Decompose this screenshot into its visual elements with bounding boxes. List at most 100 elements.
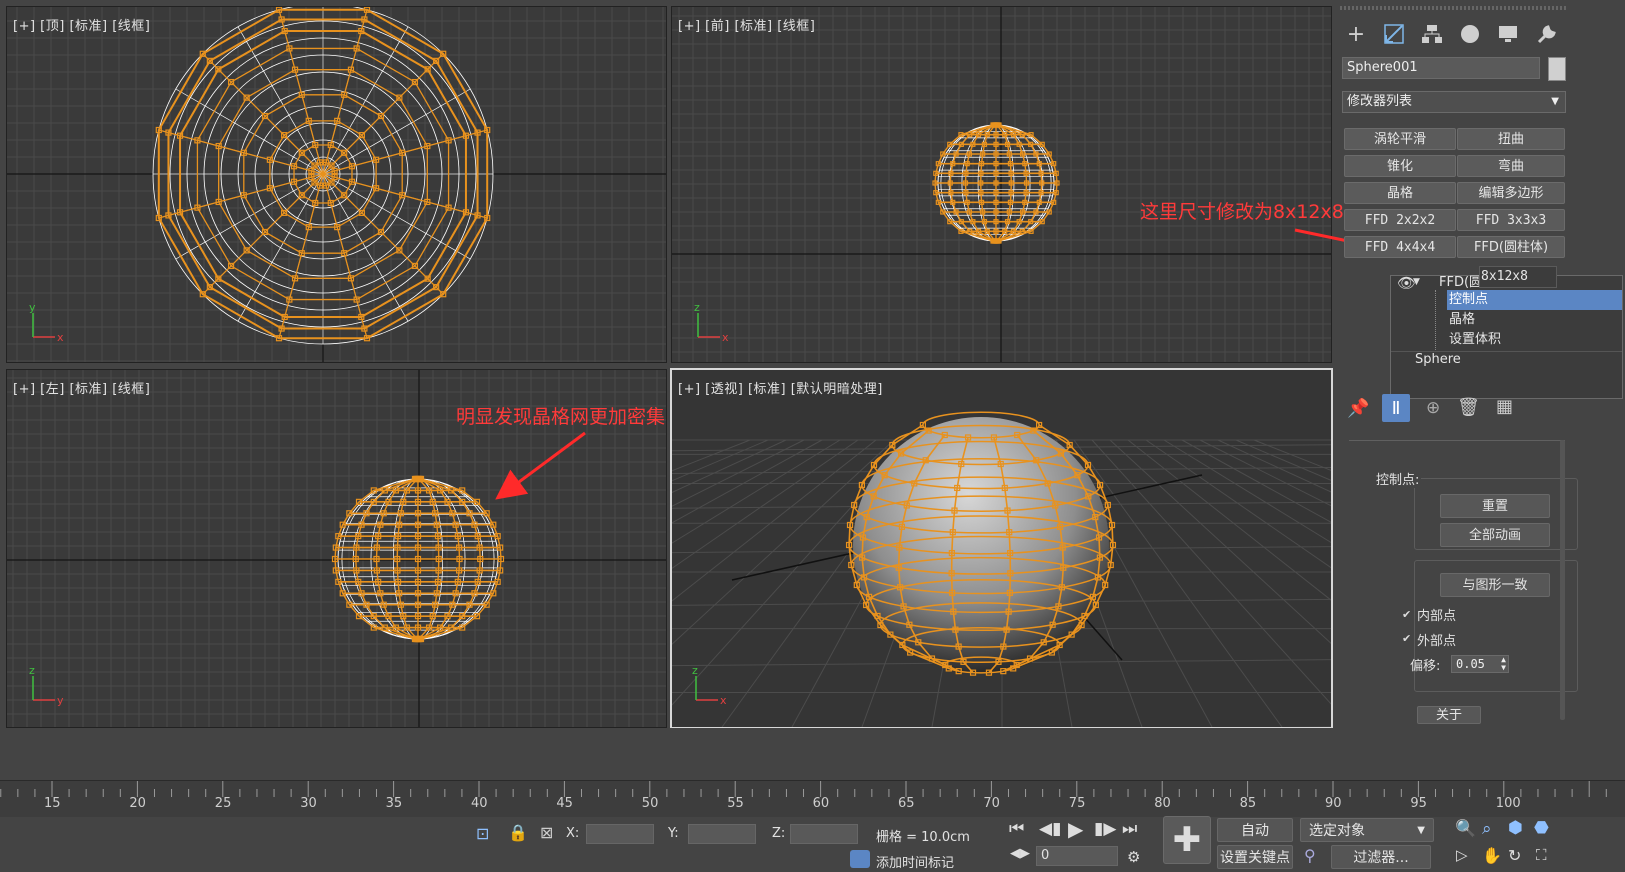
svg-text:x: x <box>57 331 64 344</box>
set-key-big-button[interactable]: ✚ <box>1163 816 1211 864</box>
auto-key-button[interactable]: 自动 <box>1217 818 1293 842</box>
viewport-perspective-label[interactable]: [+] [透视] [标准] [默认明暗处理] <box>678 378 883 397</box>
ffd-size-value[interactable]: 8x12x8 <box>1481 267 1528 287</box>
pan-icon[interactable]: ✋ <box>1482 846 1502 865</box>
animate-all-button[interactable]: 全部动画 <box>1440 523 1550 547</box>
viewport-top[interactable]: xy [+] [顶] [标准] [线框] <box>6 6 667 363</box>
previous-frame-icon[interactable]: ◀▮ <box>1039 819 1061 839</box>
inside-points-label: 内部点 <box>1417 609 1457 624</box>
modifier-button-turbosmooth[interactable]: 涡轮平滑 <box>1344 128 1456 150</box>
filters-button[interactable]: 过滤器... <box>1331 845 1431 869</box>
modifier-button-ffd-cylinder[interactable]: FFD(圆柱体) <box>1457 236 1565 258</box>
next-frame-icon[interactable]: ▮▶ <box>1094 819 1116 839</box>
key-mode-icon[interactable]: ◀▶ <box>1010 846 1030 861</box>
zoom-extents-all-icon[interactable]: ⬣ <box>1534 818 1549 838</box>
modifier-stack[interactable]: 👁 ▼ FFD(圆柱体) 8x12x8 控制点 晶格 设置体积 Sphere <box>1390 266 1623 399</box>
modifier-button-ffd-2x2x2[interactable]: FFD 2x2x2 <box>1344 209 1456 231</box>
outside-points-checkbox[interactable]: ✔ <box>1402 633 1413 644</box>
pin-stack-icon[interactable]: 📌 <box>1347 398 1369 419</box>
remove-modifier-icon[interactable]: 🗑 <box>1457 397 1480 418</box>
lock-icon[interactable]: 🔒 <box>508 823 528 842</box>
stack-item-lattice[interactable]: 晶格 <box>1449 310 1475 330</box>
field-of-view-icon[interactable]: ▷ <box>1456 846 1468 864</box>
viewport-front[interactable]: xz [+] [前] [标准] [线框] <box>671 6 1332 363</box>
svg-text:x: x <box>722 331 729 344</box>
stack-item-set-volume[interactable]: 设置体积 <box>1449 330 1501 350</box>
timeline-tick-label: 80 <box>1154 796 1171 811</box>
selection-icon[interactable]: ⊡ <box>476 824 489 843</box>
conform-to-shape-button[interactable]: 与图形一致 <box>1440 573 1550 597</box>
offset-value: 0.05 <box>1456 657 1485 671</box>
x-coordinate-field[interactable] <box>586 824 654 844</box>
modifier-list-dropdown[interactable]: 修改器列表 ▼ <box>1342 91 1566 113</box>
about-button[interactable]: 关于 <box>1417 706 1481 724</box>
modify-tab-icon[interactable] <box>1378 18 1410 50</box>
viewport-top-label[interactable]: [+] [顶] [标准] [线框] <box>13 15 150 34</box>
chevron-down-icon: ▼ <box>1417 825 1425 836</box>
modifier-button-lattice[interactable]: 晶格 <box>1344 182 1456 204</box>
annotation-dense-note: 明显发现晶格网更加密集 <box>456 406 666 428</box>
svg-text:z: z <box>692 664 698 677</box>
stack-item-sphere[interactable]: Sphere <box>1415 350 1461 370</box>
current-frame-spinner[interactable]: 0 <box>1036 846 1118 866</box>
inside-points-checkbox[interactable]: ✔ <box>1402 609 1413 620</box>
timeline-tick-label: 55 <box>727 796 744 811</box>
viewport-left-label[interactable]: [+] [左] [标准] [线框] <box>13 378 150 397</box>
set-key-button[interactable]: 设置关键点 <box>1217 845 1293 869</box>
annotation-size-note: 这里尺寸修改为8x12x8 <box>1140 201 1344 223</box>
reset-button[interactable]: 重置 <box>1440 494 1550 518</box>
make-unique-icon[interactable]: ⊕ <box>1426 398 1440 418</box>
add-time-tag-label[interactable]: 添加时间标记 <box>876 852 954 871</box>
x-label: X: <box>566 826 580 841</box>
panel-top-strip <box>1340 6 1568 10</box>
viewport-perspective[interactable]: xz [+] [透视] [标准] [默认明暗处理] <box>670 368 1333 729</box>
orbit-icon[interactable]: ↻ <box>1508 846 1521 865</box>
show-end-result-icon[interactable]: Ⅱ <box>1382 394 1410 422</box>
selected-object-label: 选定对象 <box>1309 823 1365 839</box>
z-coordinate-field[interactable] <box>790 824 858 844</box>
modifier-list-label: 修改器列表 <box>1347 94 1413 109</box>
modifier-button-bend[interactable]: 弯曲 <box>1457 155 1565 177</box>
timeline-tick-label: 95 <box>1410 796 1427 811</box>
modifier-button-edit-poly[interactable]: 编辑多边形 <box>1457 182 1565 204</box>
front-wireframe: xz <box>672 7 1331 362</box>
time-tag-icon[interactable] <box>850 850 870 868</box>
selected-object-dropdown[interactable]: 选定对象 ▼ <box>1300 818 1434 842</box>
spinner-arrows-icon: ▲ ▼ <box>1501 655 1506 672</box>
modifier-button-taper[interactable]: 锥化 <box>1344 155 1456 177</box>
viewport-front-label[interactable]: [+] [前] [标准] [线框] <box>678 15 815 34</box>
timeline-tick-label: 85 <box>1239 796 1257 811</box>
hierarchy-tab-icon[interactable] <box>1416 18 1448 50</box>
modifier-button-ffd-4x4x4[interactable]: FFD 4x4x4 <box>1344 236 1456 258</box>
offset-spinner[interactable]: 0.05 ▲ ▼ <box>1451 655 1509 673</box>
expand-triangle-icon[interactable]: ▼ <box>1413 277 1420 287</box>
configure-sets-icon[interactable]: ▦ <box>1496 396 1513 417</box>
motion-tab-icon[interactable] <box>1454 18 1486 50</box>
panel-scrollbar[interactable] <box>1560 440 1565 720</box>
key-filter-icon[interactable]: ⚲ <box>1304 846 1316 865</box>
stack-item-control-points[interactable]: 控制点 <box>1449 290 1488 310</box>
go-to-start-icon[interactable]: ⏮ <box>1009 819 1024 839</box>
modifier-button-ffd-3x3x3[interactable]: FFD 3x3x3 <box>1457 209 1565 231</box>
y-coordinate-field[interactable] <box>688 824 756 844</box>
rollout-separator <box>1349 440 1565 441</box>
timeline-tick-label: 45 <box>556 796 573 811</box>
absolute-mode-icon[interactable]: ⊠ <box>540 823 553 842</box>
object-name-input[interactable]: Sphere001 <box>1342 57 1540 79</box>
maximize-viewport-icon[interactable]: ⛶ <box>1536 846 1547 864</box>
time-config-icon[interactable]: ⚙ <box>1127 848 1140 866</box>
timeline-gap <box>0 728 1625 780</box>
go-to-end-icon[interactable]: ⏭ <box>1122 819 1137 839</box>
utilities-tab-icon[interactable] <box>1530 18 1562 50</box>
timeline-tick-label: 35 <box>385 796 403 811</box>
zoom-all-icon[interactable]: ⌕ <box>1482 819 1492 839</box>
object-color-swatch[interactable] <box>1548 57 1566 81</box>
create-tab-icon[interactable]: + <box>1340 18 1372 50</box>
timeline-tick-label: 15 <box>44 796 61 811</box>
play-icon[interactable]: ▶ <box>1068 817 1083 841</box>
zoom-extents-icon[interactable]: ⬢ <box>1508 818 1523 838</box>
modifier-button-twist[interactable]: 扭曲 <box>1457 128 1565 150</box>
zoom-icon[interactable]: 🔍 <box>1455 819 1476 839</box>
z-label: Z: <box>772 826 786 841</box>
display-tab-icon[interactable] <box>1492 18 1524 50</box>
